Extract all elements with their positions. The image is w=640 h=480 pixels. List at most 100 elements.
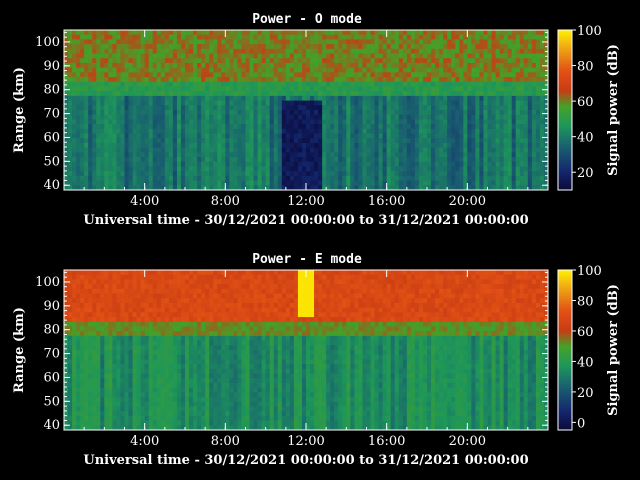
heatmap-cell: [193, 91, 198, 97]
heatmap-cell: [116, 331, 121, 337]
heatmap-cell: [185, 147, 190, 153]
heatmap-cell: [475, 114, 480, 120]
heatmap-cell: [511, 62, 517, 69]
heatmap-cell: [451, 100, 456, 106]
heatmap-cell: [495, 161, 500, 167]
heatmap-cell: [108, 331, 113, 337]
heatmap-cell: [390, 53, 396, 59]
heatmap-cell: [257, 152, 263, 158]
heatmap-cell: [281, 110, 287, 116]
heatmap-cell: [180, 161, 186, 167]
heatmap-cell: [88, 110, 93, 116]
heatmap-cell: [366, 58, 371, 64]
heatmap-cell: [124, 53, 129, 59]
heatmap-cell: [176, 147, 182, 153]
heatmap-cell: [84, 321, 89, 327]
heatmap-cell: [193, 166, 198, 172]
heatmap-cell: [277, 86, 283, 92]
heatmap-cell: [471, 110, 476, 116]
heatmap-cell: [447, 133, 452, 139]
heatmap-cell: [322, 77, 327, 83]
heatmap-cell: [100, 420, 105, 426]
heatmap-cell: [76, 67, 81, 73]
heatmap-cell: [306, 147, 311, 153]
heatmap-cell: [152, 138, 158, 144]
heatmap-cell: [80, 147, 85, 153]
heatmap-cell: [72, 124, 77, 130]
heatmap-cell: [273, 124, 279, 130]
heatmap-cell: [241, 39, 246, 45]
heatmap-cell: [229, 95, 234, 101]
heatmap-cell: [435, 48, 440, 54]
heatmap-cell: [116, 119, 121, 125]
heatmap-cell: [422, 147, 428, 153]
heatmap-cell: [281, 62, 287, 69]
heatmap-cell: [455, 142, 460, 149]
heatmap-cell: [362, 114, 367, 120]
heatmap-cell: [201, 48, 206, 54]
heatmap-cell: [527, 147, 533, 153]
heatmap-cell: [475, 166, 480, 172]
heatmap-cell: [176, 100, 182, 106]
heatmap-cell: [221, 81, 226, 87]
heatmap-cell: [297, 138, 303, 144]
heatmap-cell: [160, 175, 166, 181]
heatmap-cell: [338, 77, 343, 83]
heatmap-cell: [511, 119, 517, 125]
heatmap-cell: [120, 152, 125, 158]
heatmap-cell: [140, 171, 146, 177]
heatmap-cell: [112, 331, 117, 337]
heatmap-cell: [128, 180, 133, 186]
heatmap-cell: [140, 114, 146, 120]
heatmap-cell: [96, 387, 101, 393]
heatmap-cell: [475, 161, 480, 167]
heatmap-cell: [245, 53, 250, 59]
heatmap-cell: [221, 86, 226, 92]
heatmap-cell: [439, 30, 444, 36]
heatmap-cell: [136, 53, 142, 59]
heatmap-cell: [483, 142, 488, 149]
heatmap-cell: [112, 67, 117, 73]
heatmap-cell: [422, 152, 428, 158]
heatmap-cell: [463, 91, 468, 97]
heatmap-cell: [390, 171, 396, 177]
heatmap-cell: [120, 138, 125, 144]
heatmap-cell: [108, 284, 113, 290]
heatmap-cell: [297, 72, 303, 78]
heatmap-cell: [160, 72, 166, 78]
heatmap-cell: [346, 133, 351, 139]
heatmap-cell: [233, 30, 238, 36]
heatmap-cell: [487, 142, 492, 149]
heatmap-cell: [152, 58, 158, 64]
heatmap-cell: [277, 44, 283, 50]
heatmap-cell: [269, 72, 275, 78]
heatmap-cell: [80, 105, 85, 111]
heatmap-cell: [112, 350, 117, 356]
heatmap-cell: [431, 105, 436, 111]
heatmap-cell: [507, 105, 513, 111]
heatmap-cell: [168, 91, 174, 97]
heatmap-cell: [68, 401, 73, 407]
heatmap-cell: [390, 142, 396, 149]
heatmap-cell: [398, 72, 404, 78]
heatmap-cell: [382, 114, 388, 120]
heatmap-cell: [330, 128, 335, 134]
heatmap-cell: [273, 53, 279, 59]
heatmap-cell: [499, 91, 505, 97]
heatmap-cell: [84, 354, 89, 360]
heatmap-cell: [277, 67, 283, 73]
heatmap-cell: [314, 110, 319, 116]
heatmap-cell: [289, 30, 295, 36]
heatmap-cell: [439, 91, 444, 97]
heatmap-cell: [152, 157, 158, 163]
heatmap-cell: [334, 44, 339, 50]
heatmap-cell: [241, 124, 246, 130]
heatmap-cell: [185, 180, 190, 186]
heatmap-cell: [124, 152, 129, 158]
heatmap-cell: [176, 53, 182, 59]
heatmap-cell: [76, 411, 81, 417]
heatmap-cell: [80, 270, 85, 276]
heatmap-cell: [92, 161, 97, 167]
heatmap-cell: [471, 53, 476, 59]
heatmap-cell: [467, 105, 472, 111]
